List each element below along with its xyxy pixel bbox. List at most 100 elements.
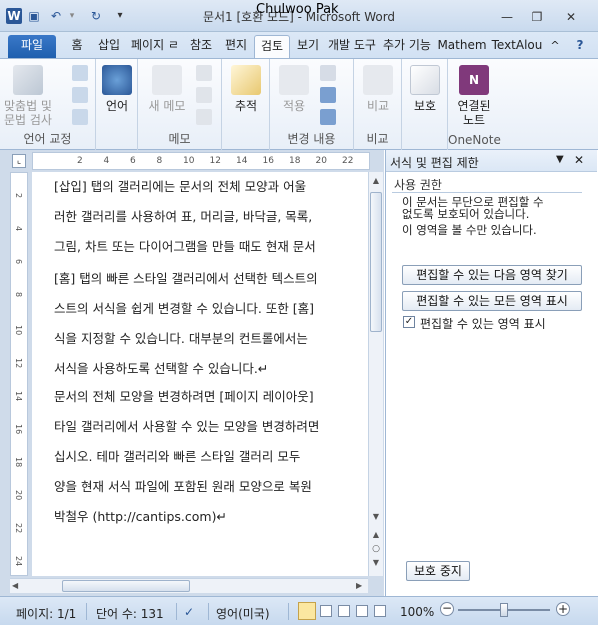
minimize-icon[interactable]: — [496,9,518,25]
compare-button[interactable]: 비교 [360,65,396,113]
scroll-thumb[interactable] [370,192,382,332]
vertical-ruler[interactable]: 2 4 6 8 10 12 14 16 18 20 22 24 [10,172,28,576]
vertical-scrollbar[interactable]: ▲ ▼ ▲ ○ ▼ [368,172,383,576]
text-line: [홈] 탭의 빠른 스타일 갤러리에서 선택한 텍스트의 [54,271,318,286]
accept-label: 적용 [282,99,306,113]
print-layout-icon[interactable] [298,602,316,620]
previous-page-icon[interactable]: ▲ [370,530,382,542]
next-comment-icon[interactable] [196,109,212,125]
group-compare: 비교 비교 [354,59,402,150]
tab-mailings[interactable]: 편지 [220,35,252,58]
pane-close-icon[interactable]: ✕ [574,153,584,167]
research-icon[interactable] [72,65,88,81]
ruler-number: 18 [289,156,301,166]
group-tracking: 추적 [222,59,270,150]
horizontal-ruler[interactable]: 2 4 6 8 10 12 14 16 18 20 22 [32,152,370,170]
linked-notes-label: 연결된 노트 [457,99,491,127]
track-label: 추적 [234,99,258,113]
zoom-slider-thumb[interactable] [500,603,508,617]
full-screen-reading-icon[interactable] [320,605,332,617]
show-all-editable-regions-button[interactable]: 편집할 수 있는 모든 영역 표시 [402,291,582,311]
linked-notes-button[interactable]: N 연결된 노트 [452,65,496,127]
ribbon: 맞춤법 및 문법 검사 언어 교정 언어 새 메모 메모 추적 적용 변경 내용… [0,58,598,150]
stop-protection-button[interactable]: 보호 중지 [406,561,470,581]
page-count[interactable]: 페이지: 1/1 [16,605,76,622]
word-count-icon[interactable] [72,109,88,125]
ruler-number: 2 [77,156,83,166]
track-changes-button[interactable]: 추적 [228,65,264,113]
highlight-regions-checkbox[interactable]: ✓ [403,316,415,328]
ribbon-collapse-icon[interactable]: ^ [548,35,562,58]
tab-developer[interactable]: 개발 도구 [326,35,378,58]
scroll-up-icon[interactable]: ▲ [370,176,382,188]
group-changes: 적용 변경 내용 [270,59,354,150]
text-line: 식을 지정할 수 있습니다. 대부분의 컨트롤에서는 [54,331,308,346]
ruler-number: 8 [14,292,23,298]
text-line: 타일 갤러리에서 사용할 수 있는 모양을 변경하려면 [54,419,320,434]
spell-check-icon [13,65,43,95]
compare-icon [363,65,393,95]
new-comment-button[interactable]: 새 메모 [142,65,192,113]
tab-textaloud[interactable]: TextAlou [490,35,544,58]
tab-home[interactable]: 홈 [64,35,90,58]
restrict-editing-pane: 서식 및 편집 제한 ▼ ✕ 사용 권한 이 문서는 무단으로 편집할 수 없도… [385,150,597,596]
web-layout-icon[interactable] [338,605,350,617]
tab-insert[interactable]: 삽입 [92,35,126,58]
draft-view-icon[interactable] [374,605,386,617]
next-page-icon[interactable]: ▼ [370,558,382,570]
accept-icon [279,65,309,95]
restore-icon[interactable]: ❐ [526,9,548,25]
zoom-out-icon[interactable]: − [440,602,454,616]
accept-button[interactable]: 적용 [276,65,312,113]
tab-view[interactable]: 보기 [292,35,324,58]
next-change-icon[interactable] [320,109,336,125]
language-status[interactable]: 영어(미국) [216,605,270,622]
ruler-number: 6 [130,156,136,166]
scroll-right-icon[interactable]: ▶ [356,581,366,591]
section-heading: 사용 권한 [394,178,442,192]
tab-page-layout[interactable]: 페이지 ㄹ [128,35,182,58]
scroll-down-icon[interactable]: ▼ [370,512,382,524]
close-icon[interactable]: ✕ [560,9,582,25]
text-line: [삽입] 탭의 갤러리에는 문서의 전체 모양과 어울 [54,179,307,194]
hscroll-thumb[interactable] [62,580,190,592]
delete-comment-icon[interactable] [196,65,212,81]
previous-change-icon[interactable] [320,87,336,103]
ruler-number: 16 [262,156,274,166]
browse-object-icon[interactable]: ○ [370,544,382,556]
pane-header: 서식 및 편집 제한 ▼ ✕ [386,150,597,172]
ruler-number: 22 [14,523,23,534]
find-next-editable-region-button[interactable]: 편집할 수 있는 다음 영역 찾기 [402,265,582,285]
zoom-level[interactable]: 100% [400,605,434,619]
previous-comment-icon[interactable] [196,87,212,103]
reject-icon[interactable] [320,65,336,81]
tab-references[interactable]: 참조 [184,35,218,58]
pane-menu-icon[interactable]: ▼ [556,154,564,165]
paragraph-home-styles[interactable]: [홈] 탭의 빠른 스타일 갤러리에서 선택한 텍스트의 스트의 서식을 쉽게 … [54,264,368,384]
ruler-number: 16 [14,424,23,435]
horizontal-scrollbar[interactable]: ◀ ▶ [10,578,368,593]
title-bar: W ▣ ↶ ▾ ↻ ▾ 문서1 [호환 모드] - Microsoft Word… [0,0,598,32]
tab-addins[interactable]: 추가 기능 [380,35,434,58]
word-count[interactable]: 단어 수: 131 [96,605,164,622]
document-page[interactable]: [삽입] 탭의 갤러리에는 문서의 전체 모양과 어울 러한 갤러리를 사용하여… [32,172,368,576]
tab-selector-icon[interactable]: ⌞ [12,154,26,168]
ribbon-tabs: 파일 홈 삽입 페이지 ㄹ 참조 편지 검토 보기 개발 도구 추가 기능 Ma… [0,32,598,58]
outline-view-icon[interactable] [356,605,368,617]
help-icon[interactable]: ? [572,35,588,58]
protect-button[interactable]: 보호 [407,65,443,113]
tab-file[interactable]: 파일 [8,35,56,58]
paragraph-author[interactable]: 박철우 (http://cantips.com)↵ [54,502,368,532]
tab-mathematics[interactable]: Mathem [436,35,488,58]
scroll-left-icon[interactable]: ◀ [12,581,22,591]
thesaurus-icon[interactable] [72,87,88,103]
tab-review[interactable]: 검토 [254,35,290,58]
paragraph-page-layout[interactable]: 문서의 전체 모양을 변경하려면 [페이지 레이아웃] 타일 갤러리에서 사용할… [54,382,368,502]
zoom-in-icon[interactable]: + [556,602,570,616]
proofing-status-icon[interactable]: ✓ [184,605,194,619]
text-line: 십시오. 테마 갤러리와 빠른 스타일 갤러리 모두 [54,449,301,464]
spelling-button[interactable]: 맞춤법 및 문법 검사 [4,65,52,127]
paragraph-insert-gallery[interactable]: [삽입] 탭의 갤러리에는 문서의 전체 모양과 어울 러한 갤러리를 사용하여… [54,172,368,262]
globe-icon [102,65,132,95]
language-button[interactable]: 언어 [100,65,134,113]
